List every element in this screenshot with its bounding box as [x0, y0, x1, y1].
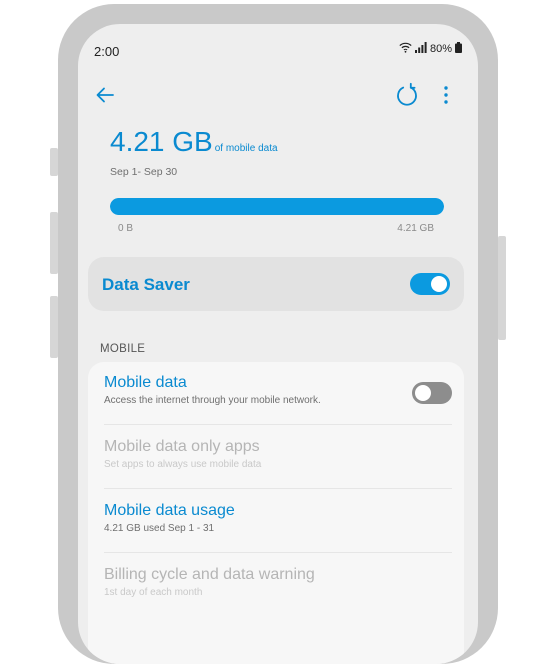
item-subtitle: 1st day of each month [104, 587, 203, 598]
back-button[interactable] [94, 84, 116, 106]
mobile-settings-card: Mobile data Access the internet through … [88, 362, 464, 664]
more-vert-icon [436, 86, 456, 110]
section-header-mobile: MOBILE [100, 343, 146, 355]
divider [104, 424, 452, 425]
divider [104, 488, 452, 489]
data-saver-card[interactable]: Data Saver [88, 257, 464, 311]
item-title: Mobile data only apps [104, 438, 260, 455]
status-time: 2:00 [94, 44, 120, 59]
phone-screen: 2:00 80% 4.21 GB of mobile data Sep 1- S… [78, 24, 478, 664]
usage-amount: 4.21 GB of mobile data [110, 126, 278, 158]
usage-bar-max-label: 4.21 GB [397, 223, 434, 234]
side-button-left-upper [50, 148, 58, 176]
usage-progress-bar [110, 198, 444, 215]
status-icons: 80% [399, 42, 462, 56]
data-saver-toggle[interactable] [410, 273, 450, 295]
data-saver-label: Data Saver [102, 275, 190, 294]
usage-progress-fill [110, 198, 444, 215]
side-button-right [498, 236, 506, 340]
refresh-button[interactable] [394, 82, 420, 108]
wifi-icon [399, 42, 412, 56]
item-title: Mobile data usage [104, 502, 235, 519]
list-item-mobile-data-usage[interactable]: Mobile data usage 4.21 GB used Sep 1 - 3… [104, 502, 434, 534]
item-title: Mobile data [104, 374, 187, 391]
mobile-data-toggle[interactable] [412, 382, 452, 404]
battery-icon [455, 42, 462, 56]
usage-amount-suffix: of mobile data [214, 143, 278, 154]
usage-period: Sep 1- Sep 30 [110, 166, 178, 178]
usage-amount-value: 4.21 GB [110, 126, 213, 157]
usage-bar-min-label: 0 B [118, 223, 134, 234]
side-button-left-middle [50, 212, 58, 274]
list-item-mobile-data-only-apps[interactable]: Mobile data only apps Set apps to always… [104, 438, 434, 470]
list-item-billing-cycle[interactable]: Billing cycle and data warning 1st day o… [104, 566, 434, 598]
item-subtitle: Set apps to always use mobile data [104, 459, 262, 470]
back-arrow-icon [94, 87, 116, 110]
list-item-mobile-data[interactable]: Mobile data Access the internet through … [104, 374, 434, 406]
item-subtitle: Access the internet through your mobile … [104, 395, 321, 406]
refresh-icon [394, 82, 420, 112]
signal-icon [414, 42, 427, 56]
item-title: Billing cycle and data warning [104, 566, 315, 583]
item-subtitle: 4.21 GB used Sep 1 - 31 [104, 523, 215, 534]
toggle-knob [415, 385, 431, 401]
side-button-left-lower [50, 296, 58, 358]
more-options-button[interactable] [436, 84, 456, 106]
battery-text: 80% [429, 43, 452, 55]
divider [104, 552, 452, 553]
toggle-knob [431, 276, 447, 292]
